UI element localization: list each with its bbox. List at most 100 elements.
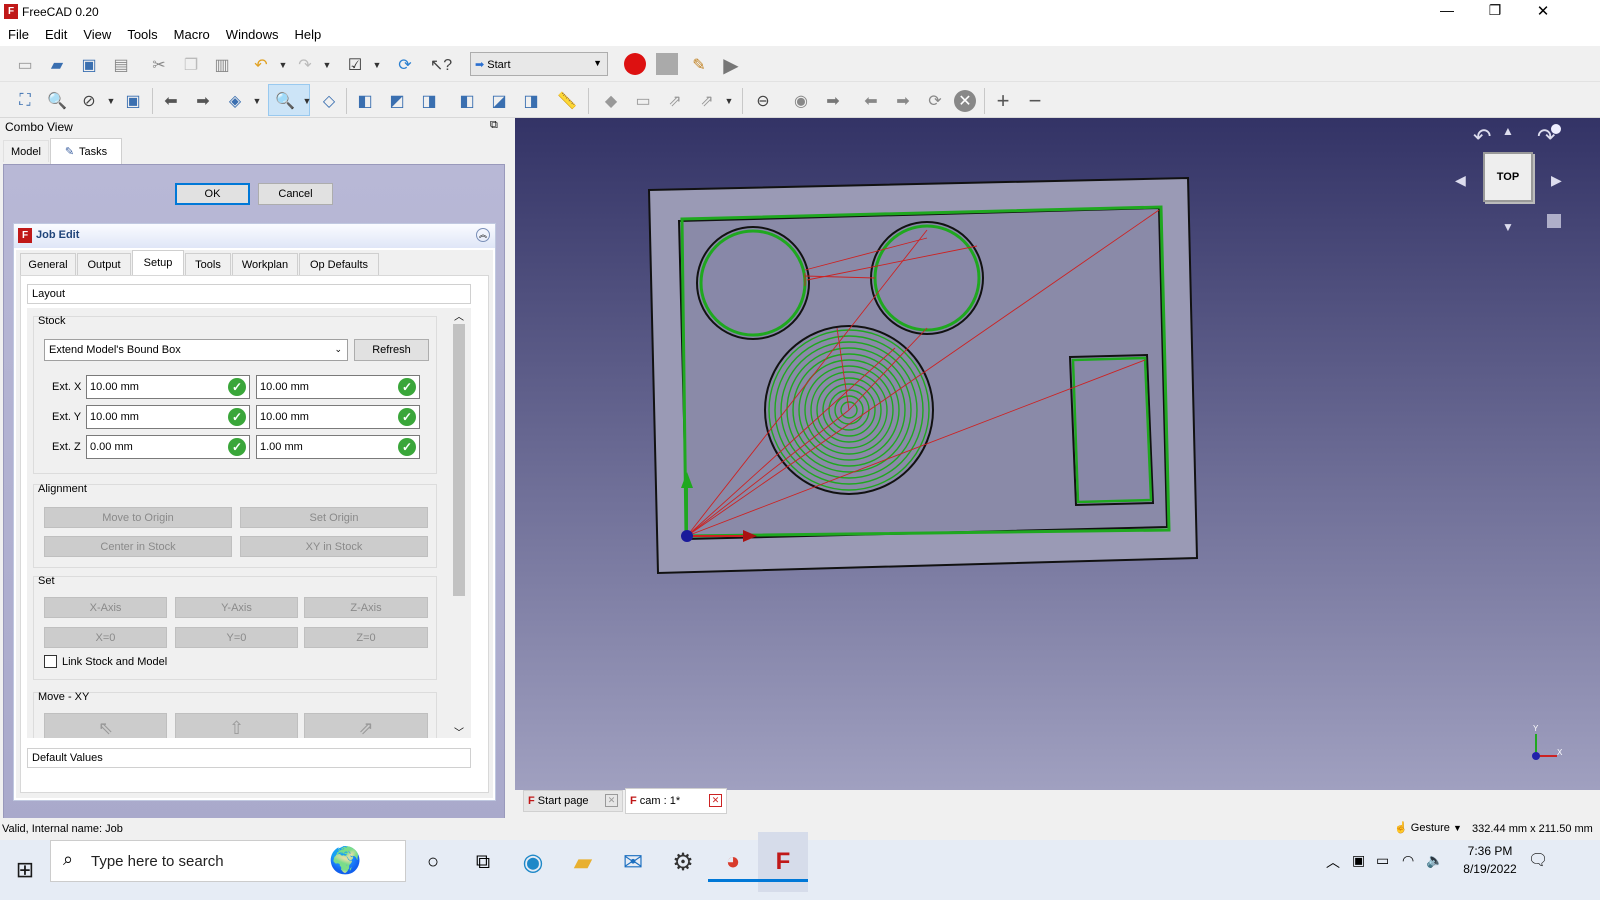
undo-icon[interactable]: ↶ bbox=[250, 54, 272, 76]
stock-mode-select[interactable]: Extend Model's Bound Box ⌄ bbox=[44, 339, 348, 361]
left-view-icon[interactable]: ◨ bbox=[520, 90, 542, 112]
nav-right-icon[interactable]: ▶ bbox=[1551, 172, 1562, 189]
default-values-section-header[interactable]: Default Values bbox=[27, 748, 471, 768]
center-in-stock-button[interactable]: Center in Stock bbox=[44, 536, 232, 557]
x-zero-button[interactable]: X=0 bbox=[44, 627, 167, 648]
open-file-icon[interactable]: ▰ bbox=[46, 54, 68, 76]
make-link-icon[interactable]: ⇗ bbox=[664, 90, 686, 112]
web-back-icon[interactable]: ⬅ bbox=[860, 90, 882, 112]
scroll-down-icon[interactable]: ﹀ bbox=[454, 724, 464, 739]
undo-dropdown-icon[interactable]: ▼ bbox=[272, 54, 294, 76]
make-sublink-icon[interactable]: ⇗ bbox=[696, 90, 718, 112]
run-macro-icon[interactable]: ▶ bbox=[720, 54, 742, 77]
clock-date[interactable]: 8/19/2022 bbox=[1456, 862, 1524, 876]
tab-setup[interactable]: Setup bbox=[132, 250, 184, 275]
nav-up-icon[interactable]: ▲ bbox=[1502, 124, 1514, 138]
ext-y-pos-field[interactable]: 10.00 mm ✓ bbox=[256, 405, 420, 429]
menu-file[interactable]: File bbox=[0, 24, 37, 46]
navigation-style-button[interactable]: ☝ Gesture ▼ bbox=[1394, 821, 1462, 834]
maximize-button[interactable]: ❐ bbox=[1480, 2, 1510, 19]
top-view-icon[interactable]: ◩ bbox=[386, 90, 408, 112]
zoom-dropdown-icon[interactable]: ▼ bbox=[296, 90, 318, 112]
menu-tools[interactable]: Tools bbox=[119, 24, 165, 46]
ext-y-neg-field[interactable]: 10.00 mm ✓ bbox=[86, 405, 250, 429]
move-up-right-button[interactable]: ⇗ bbox=[304, 713, 428, 738]
layout-scrollbar[interactable]: ︿ ﹀ bbox=[451, 308, 467, 739]
minimize-button[interactable]: — bbox=[1432, 2, 1462, 18]
redo-dropdown-icon[interactable]: ▼ bbox=[316, 54, 338, 76]
y-zero-button[interactable]: Y=0 bbox=[175, 627, 298, 648]
mail-icon[interactable]: ✉ bbox=[608, 832, 658, 892]
bottom-view-icon[interactable]: ◪ bbox=[488, 90, 510, 112]
front-view-icon[interactable]: ◧ bbox=[354, 90, 376, 112]
move-up-button[interactable]: ⇧ bbox=[175, 713, 298, 738]
task-view-icon[interactable]: ⧉ bbox=[458, 832, 508, 892]
draw-style-dropdown-icon[interactable]: ▼ bbox=[100, 90, 122, 112]
link-stock-checkbox[interactable] bbox=[44, 655, 57, 668]
draw-style-icon[interactable]: ⊘ bbox=[78, 90, 100, 112]
battery-icon[interactable]: ▭ bbox=[1376, 852, 1389, 869]
settings-icon[interactable]: ⚙ bbox=[658, 832, 708, 892]
web-refresh-icon[interactable]: ⟳ bbox=[924, 90, 946, 112]
close-button[interactable]: ✕ bbox=[1528, 2, 1558, 20]
nav-menu-icon[interactable] bbox=[1547, 214, 1561, 228]
ext-x-pos-field[interactable]: 10.00 mm ✓ bbox=[256, 375, 420, 399]
taskbar-search-box[interactable]: ⌕ Type here to search 🌍 bbox=[50, 840, 406, 882]
menu-edit[interactable]: Edit bbox=[37, 24, 75, 46]
navigation-cube[interactable]: ↶ ↷ ▲ ◀ ▶ ▼ TOP bbox=[1455, 124, 1577, 234]
show-hidden-icons[interactable]: ︿ bbox=[1326, 852, 1340, 872]
ok-button[interactable]: OK bbox=[175, 183, 250, 205]
fit-selection-icon[interactable]: 🔍 bbox=[46, 90, 68, 112]
y-axis-button[interactable]: Y-Axis bbox=[175, 597, 298, 618]
windows-start-icon[interactable]: ⊞ bbox=[0, 840, 50, 900]
web-next-icon[interactable]: ➡ bbox=[892, 90, 914, 112]
tab-general[interactable]: General bbox=[20, 253, 76, 275]
close-icon[interactable]: ✕ bbox=[605, 794, 618, 807]
z-zero-button[interactable]: Z=0 bbox=[304, 627, 428, 648]
zoom-out-icon[interactable]: − bbox=[1024, 88, 1046, 113]
wifi-icon[interactable]: ◠ bbox=[1402, 852, 1414, 869]
cam-model-drawing[interactable] bbox=[515, 118, 1600, 790]
notifications-icon[interactable]: 🗨 bbox=[1528, 850, 1548, 870]
web-stop-icon[interactable]: ⊖ bbox=[752, 90, 774, 112]
refresh-icon[interactable]: ⟳ bbox=[394, 54, 416, 76]
right-view-icon[interactable]: ◨ bbox=[418, 90, 440, 112]
cut-icon[interactable]: ✂ bbox=[148, 54, 170, 76]
back-icon[interactable]: ⬅ bbox=[160, 90, 182, 112]
workbench-selector[interactable]: ➡ Start ▼ bbox=[470, 52, 608, 76]
copy-icon[interactable]: ❐ bbox=[180, 54, 202, 76]
chrome-icon[interactable]: ◕ bbox=[708, 832, 758, 892]
record-macro-icon[interactable] bbox=[624, 53, 646, 75]
create-group-icon[interactable]: ▭ bbox=[632, 90, 654, 112]
stop-macro-icon[interactable] bbox=[656, 53, 678, 75]
z-axis-button[interactable]: Z-Axis bbox=[304, 597, 428, 618]
scroll-thumb[interactable] bbox=[453, 324, 465, 596]
zoom-in-icon[interactable]: + bbox=[992, 88, 1014, 113]
tab-start-page[interactable]: F Start page ✕ bbox=[523, 790, 623, 812]
meet-now-icon[interactable]: ▣ bbox=[1352, 852, 1365, 869]
menu-windows[interactable]: Windows bbox=[218, 24, 287, 46]
nav-rotate-left-icon[interactable]: ↶ bbox=[1473, 124, 1491, 150]
sync-dropdown-icon[interactable]: ▼ bbox=[246, 90, 268, 112]
tab-op-defaults[interactable]: Op Defaults bbox=[299, 253, 379, 275]
save-icon[interactable]: ▣ bbox=[78, 54, 100, 76]
ext-z-neg-field[interactable]: 0.00 mm ✓ bbox=[86, 435, 250, 459]
x-axis-button[interactable]: X-Axis bbox=[44, 597, 167, 618]
clock-time[interactable]: 7:36 PM bbox=[1462, 844, 1518, 858]
tab-tasks[interactable]: ✎ Tasks bbox=[50, 138, 122, 164]
3d-viewport[interactable]: ↶ ↷ ▲ ◀ ▶ ▼ TOP Y X bbox=[515, 118, 1600, 790]
move-up-left-button[interactable]: ⇖ bbox=[44, 713, 167, 738]
link-dropdown-icon[interactable]: ▼ bbox=[718, 90, 740, 112]
ext-x-neg-field[interactable]: 10.00 mm ✓ bbox=[86, 375, 250, 399]
tab-cam-document[interactable]: F cam : 1* ✕ bbox=[625, 788, 727, 814]
collapse-icon[interactable]: ︽ bbox=[476, 228, 490, 242]
menu-help[interactable]: Help bbox=[287, 24, 330, 46]
rear-view-icon[interactable]: ◧ bbox=[456, 90, 478, 112]
web-close-icon[interactable]: ✕ bbox=[954, 90, 976, 112]
nav-cube-top-face[interactable]: TOP bbox=[1483, 152, 1533, 202]
refresh-button[interactable]: Refresh bbox=[354, 339, 429, 361]
scroll-up-icon[interactable]: ︿ bbox=[454, 308, 464, 323]
web-home-icon[interactable]: ◉ bbox=[790, 90, 812, 112]
nav-close-dot-icon[interactable] bbox=[1551, 124, 1561, 134]
redo-icon[interactable]: ↷ bbox=[294, 54, 316, 76]
